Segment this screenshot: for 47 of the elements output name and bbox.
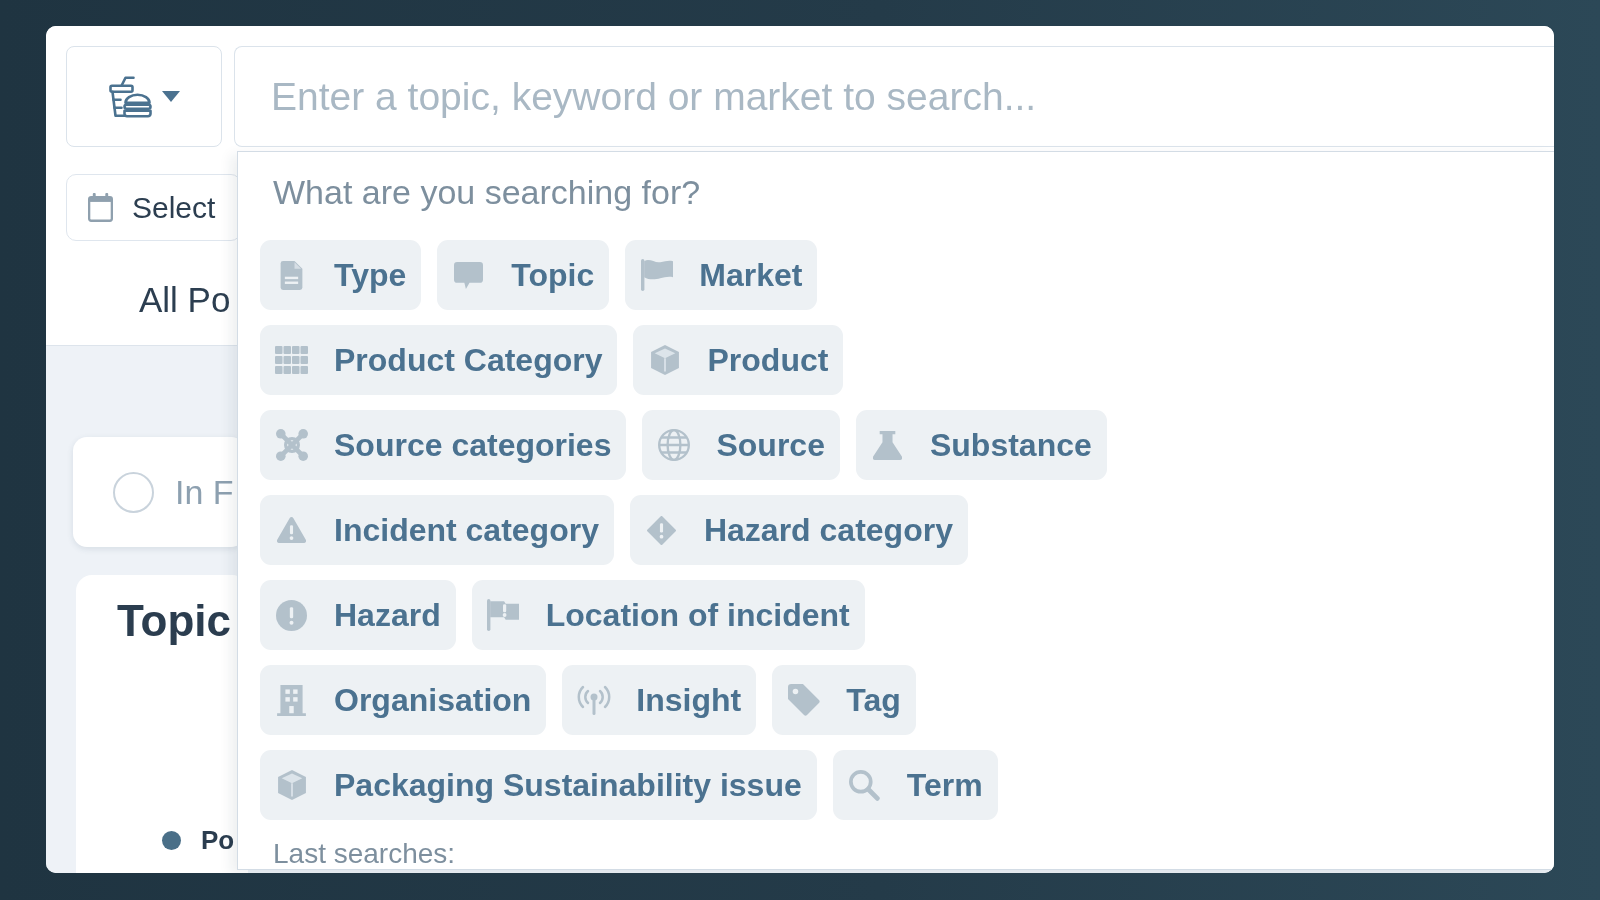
radio-button[interactable] (113, 471, 154, 513)
option-chip[interactable]: Term (832, 750, 998, 820)
broadcast-icon (576, 685, 611, 715)
option-chip[interactable]: Substance (855, 410, 1107, 480)
card-title: Topic (117, 595, 232, 647)
option-chip[interactable]: Organisation (260, 665, 547, 735)
exclamation-flag-icon (487, 599, 520, 631)
option-chip[interactable]: Topic (437, 240, 610, 310)
dropdown-heading: What are you searching for? (273, 172, 701, 213)
option-chip[interactable]: Type (260, 240, 422, 310)
option-chip[interactable]: Market (625, 240, 818, 310)
cube-icon (651, 345, 679, 375)
drink-and-burger-icon (108, 75, 152, 118)
option-chip[interactable]: Tag (772, 665, 916, 735)
dot-icon (162, 830, 181, 850)
exclamation-circle-icon (276, 599, 307, 631)
option-chip[interactable]: Incident category (260, 495, 614, 565)
globe-icon (657, 429, 690, 461)
flag-icon (640, 259, 673, 291)
option-chip[interactable]: Location of incident (471, 580, 865, 650)
option-chip[interactable]: Source categories (260, 410, 627, 480)
search-icon (848, 769, 881, 801)
option-chip[interactable]: Hazard (260, 580, 456, 650)
document-icon (280, 260, 303, 290)
warning-triangle-icon (277, 517, 306, 543)
option-chip[interactable]: Product Category (260, 325, 618, 395)
option-chip[interactable]: Insight (562, 665, 757, 735)
flask-icon (872, 430, 902, 460)
last-searches-label: Last searches: (273, 838, 456, 870)
category-picker-button[interactable] (66, 46, 222, 147)
view-tab[interactable]: All Po (139, 279, 231, 321)
caret-icon (161, 91, 180, 102)
option-chip[interactable]: Source (642, 410, 840, 480)
speech-bubble-icon (454, 261, 484, 289)
grid-icon (275, 346, 308, 374)
option-chip[interactable]: Hazard category (629, 495, 968, 565)
tag-icon (787, 684, 820, 716)
crossed-nodes-icon (275, 429, 308, 461)
filter-label: In F (175, 472, 234, 512)
cube-icon (277, 770, 306, 800)
diamond-exclamation-icon (646, 515, 676, 545)
search-field[interactable]: Enter a topic, keyword or market to search... (234, 46, 1554, 147)
building-icon (277, 684, 306, 716)
calendar-icon (88, 193, 113, 222)
option-chip[interactable]: Packaging Sustainability issue (260, 750, 817, 820)
option-chip[interactable]: Product (633, 325, 844, 395)
legend-label: Po (201, 825, 235, 855)
